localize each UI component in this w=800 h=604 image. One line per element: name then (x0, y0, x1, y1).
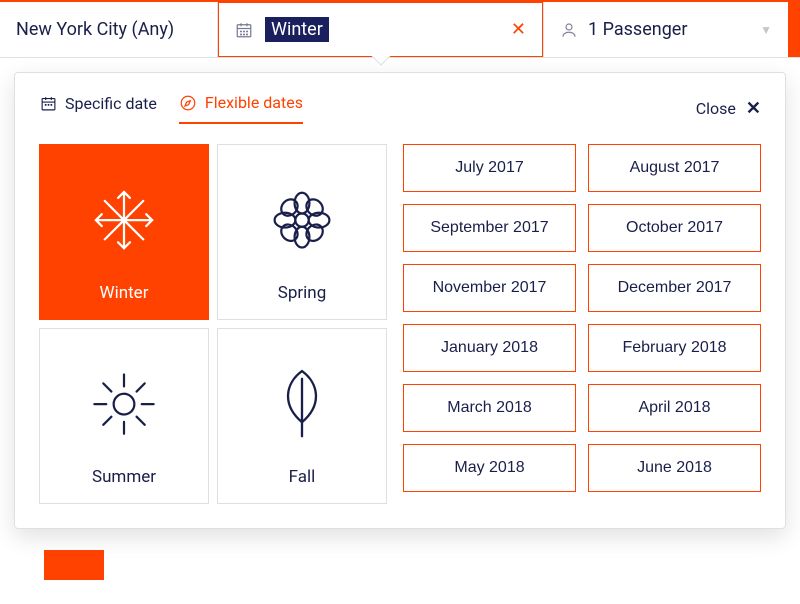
passengers-value: 1 Passenger (588, 19, 687, 40)
close-icon: ✕ (746, 98, 761, 119)
season-grid: Winter Spring (39, 144, 387, 504)
person-icon (560, 21, 578, 39)
season-label: Fall (289, 467, 316, 487)
season-label: Winter (100, 283, 149, 303)
clear-date-button[interactable]: ✕ (511, 19, 526, 40)
compass-icon (179, 94, 197, 112)
month-button[interactable]: June 2018 (588, 444, 761, 492)
tab-flexible-dates[interactable]: Flexible dates (179, 93, 303, 124)
month-button[interactable]: July 2017 (403, 144, 576, 192)
tab-label: Flexible dates (205, 93, 303, 112)
month-button[interactable]: October 2017 (588, 204, 761, 252)
sun-icon (87, 367, 161, 441)
tab-row: Specific date Flexible dates Close ✕ (39, 93, 761, 124)
season-card-fall[interactable]: Fall (217, 328, 387, 504)
month-button[interactable]: September 2017 (403, 204, 576, 252)
location-value: New York City (Any) (16, 19, 174, 40)
unknown-orange-block (44, 550, 104, 580)
month-button[interactable]: February 2018 (588, 324, 761, 372)
tab-label: Specific date (65, 94, 157, 113)
search-button[interactable] (788, 2, 800, 57)
month-button[interactable]: January 2018 (403, 324, 576, 372)
month-button[interactable]: August 2017 (588, 144, 761, 192)
flower-icon (265, 183, 339, 257)
passengers-field[interactable]: 1 Passenger ▼ (543, 2, 788, 57)
close-label: Close (696, 99, 736, 118)
month-grid: July 2017 August 2017 September 2017 Oct… (403, 144, 761, 504)
snowflake-icon (87, 183, 161, 257)
calendar-icon (39, 95, 57, 113)
month-button[interactable]: May 2018 (403, 444, 576, 492)
calendar-icon (235, 21, 253, 39)
season-card-winter[interactable]: Winter (39, 144, 209, 320)
date-picker-dropdown: Specific date Flexible dates Close ✕ (14, 72, 786, 529)
search-bar: New York City (Any) Winter ✕ 1 Passenger… (0, 0, 800, 58)
chevron-down-icon: ▼ (760, 23, 772, 37)
date-field[interactable]: Winter ✕ (218, 2, 543, 57)
location-field[interactable]: New York City (Any) (0, 2, 218, 57)
leaf-icon (271, 364, 333, 442)
season-label: Summer (92, 467, 156, 487)
season-label: Spring (278, 283, 326, 303)
month-button[interactable]: March 2018 (403, 384, 576, 432)
tab-specific-date[interactable]: Specific date (39, 94, 157, 123)
month-button[interactable]: December 2017 (588, 264, 761, 312)
month-button[interactable]: November 2017 (403, 264, 576, 312)
season-card-spring[interactable]: Spring (217, 144, 387, 320)
month-button[interactable]: April 2018 (588, 384, 761, 432)
date-value: Winter (265, 17, 329, 42)
close-button[interactable]: Close ✕ (696, 98, 761, 119)
flexible-content: Winter Spring (39, 144, 761, 504)
season-card-summer[interactable]: Summer (39, 328, 209, 504)
